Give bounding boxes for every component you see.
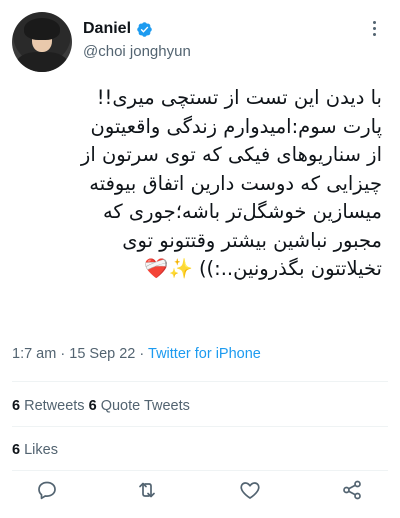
tweet-meta: 1:7 am · 15 Sep 22 · Twitter for iPhone [12,346,261,362]
retweet-stats-row: 6 Retweets 6 Quote Tweets [12,398,190,414]
quotes-label: Quote Tweets [100,398,190,414]
tweet-date[interactable]: 15 Sep 22 [69,346,135,362]
likes-count: 6 [12,442,21,458]
share-icon[interactable] [340,478,364,502]
avatar[interactable] [12,12,72,72]
likes-stats-row: 6 Likes [12,442,58,458]
verified-badge-icon [137,21,152,37]
display-name[interactable]: Daniel [83,20,131,38]
heart-icon[interactable] [238,478,262,502]
more-dots-icon[interactable] [364,18,384,38]
tweet-actions-bar [0,478,400,508]
name-row[interactable]: Daniel [83,20,153,38]
user-handle[interactable]: @choi jonghyun [83,43,191,60]
retweet-icon[interactable] [135,478,159,502]
meta-separator: · [139,346,145,362]
tweet-source-link[interactable]: Twitter for iPhone [148,346,261,362]
tweet-text: با دیدن این تست از تستچی میری!! پارت سوم… [80,86,382,280]
likes-label: Likes [24,442,58,458]
divider [12,470,388,471]
reply-icon[interactable] [35,478,59,502]
divider [12,381,388,382]
retweets-label: Retweets [24,398,85,414]
meta-separator: · [60,346,66,362]
retweets-count: 6 [12,398,21,414]
tweet-time[interactable]: 1:7 am [12,346,56,362]
quotes-count: 6 [88,398,97,414]
quotes-stat[interactable]: 6 Quote Tweets [89,398,190,414]
retweets-stat[interactable]: 6 Retweets [12,398,85,414]
likes-stat[interactable]: 6 Likes [12,442,58,458]
divider [12,426,388,427]
tweet-header: Daniel @choi jonghyun [12,12,388,72]
